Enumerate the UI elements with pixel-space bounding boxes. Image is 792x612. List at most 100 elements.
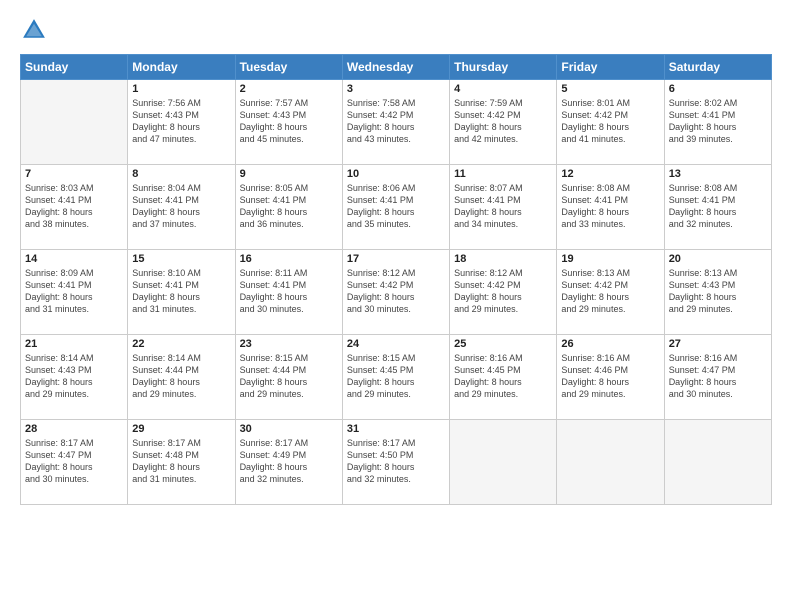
col-header-monday: Monday [128,55,235,80]
day-info: Sunrise: 7:59 AMSunset: 4:42 PMDaylight:… [454,97,552,146]
day-info: Sunrise: 8:12 AMSunset: 4:42 PMDaylight:… [454,267,552,316]
day-info: Sunrise: 8:17 AMSunset: 4:48 PMDaylight:… [132,437,230,486]
day-number: 21 [25,338,123,350]
day-info: Sunrise: 8:13 AMSunset: 4:42 PMDaylight:… [561,267,659,316]
day-number: 10 [347,168,445,180]
day-info: Sunrise: 8:04 AMSunset: 4:41 PMDaylight:… [132,182,230,231]
logo [20,16,52,44]
col-header-saturday: Saturday [664,55,771,80]
day-cell: 13 Sunrise: 8:08 AMSunset: 4:41 PMDayligh… [664,165,771,250]
day-info: Sunrise: 8:09 AMSunset: 4:41 PMDaylight:… [25,267,123,316]
day-number: 24 [347,338,445,350]
day-number: 7 [25,168,123,180]
calendar-table: SundayMondayTuesdayWednesdayThursdayFrid… [20,54,772,505]
day-info: Sunrise: 8:15 AMSunset: 4:45 PMDaylight:… [347,352,445,401]
day-info: Sunrise: 8:17 AMSunset: 4:49 PMDaylight:… [240,437,338,486]
day-cell: 19Sunrise: 8:13 AMSunset: 4:42 PMDayligh… [557,250,664,335]
day-number: 14 [25,253,123,265]
header-row: SundayMondayTuesdayWednesdayThursdayFrid… [21,55,772,80]
col-header-sunday: Sunday [21,55,128,80]
day-number: 11 [454,168,552,180]
day-info: Sunrise: 8:12 AMSunset: 4:42 PMDaylight:… [347,267,445,316]
day-cell: 21 Sunrise: 8:14 AMSunset: 4:43 PMDayligh… [21,335,128,420]
day-info: Sunrise: 8:02 AMSunset: 4:41 PMDaylight:… [669,97,767,146]
day-number: 29 [132,423,230,435]
day-number: 12 [561,168,659,180]
day-info: Sunrise: 8:08 AMSunset: 4:41 PMDaylight:… [669,182,767,231]
day-info: Sunrise: 8:01 AMSunset: 4:42 PMDaylight:… [561,97,659,146]
day-cell [664,420,771,505]
day-cell: 23 Sunrise: 8:15 AMSunset: 4:44 PMDayligh… [235,335,342,420]
page: SundayMondayTuesdayWednesdayThursdayFrid… [0,0,792,612]
day-info: Sunrise: 8:07 AMSunset: 4:41 PMDaylight:… [454,182,552,231]
week-row-3: 14 Sunrise: 8:09 AMSunset: 4:41 PMDayligh… [21,250,772,335]
day-cell: 9 Sunrise: 8:05 AMSunset: 4:41 PMDaylight… [235,165,342,250]
day-cell [557,420,664,505]
day-cell: 4 Sunrise: 7:59 AMSunset: 4:42 PMDaylight… [450,80,557,165]
day-info: Sunrise: 8:06 AMSunset: 4:41 PMDaylight:… [347,182,445,231]
day-info: Sunrise: 8:16 AMSunset: 4:46 PMDaylight:… [561,352,659,401]
day-cell: 20Sunrise: 8:13 AMSunset: 4:43 PMDayligh… [664,250,771,335]
header [20,16,772,44]
day-number: 8 [132,168,230,180]
day-number: 22 [132,338,230,350]
day-number: 3 [347,83,445,95]
day-number: 18 [454,253,552,265]
day-number: 2 [240,83,338,95]
day-cell: 24 Sunrise: 8:15 AMSunset: 4:45 PMDayligh… [342,335,449,420]
day-cell [21,80,128,165]
day-cell: 16 Sunrise: 8:11 AMSunset: 4:41 PMDayligh… [235,250,342,335]
day-number: 17 [347,253,445,265]
day-number: 13 [669,168,767,180]
day-cell: 1 Sunrise: 7:56 AMSunset: 4:43 PMDaylight… [128,80,235,165]
week-row-5: 28 Sunrise: 8:17 AMSunset: 4:47 PMDayligh… [21,420,772,505]
day-cell: 26 Sunrise: 8:16 AMSunset: 4:46 PMDayligh… [557,335,664,420]
day-number: 28 [25,423,123,435]
day-cell: 30Sunrise: 8:17 AMSunset: 4:49 PMDayligh… [235,420,342,505]
week-row-1: 1 Sunrise: 7:56 AMSunset: 4:43 PMDaylight… [21,80,772,165]
day-number: 4 [454,83,552,95]
calendar-header: SundayMondayTuesdayWednesdayThursdayFrid… [21,55,772,80]
day-number: 1 [132,83,230,95]
day-info: Sunrise: 8:03 AMSunset: 4:41 PMDaylight:… [25,182,123,231]
calendar-body: 1 Sunrise: 7:56 AMSunset: 4:43 PMDaylight… [21,80,772,505]
day-cell: 7 Sunrise: 8:03 AMSunset: 4:41 PMDaylight… [21,165,128,250]
day-number: 31 [347,423,445,435]
day-info: Sunrise: 8:15 AMSunset: 4:44 PMDaylight:… [240,352,338,401]
col-header-tuesday: Tuesday [235,55,342,80]
day-info: Sunrise: 8:10 AMSunset: 4:41 PMDaylight:… [132,267,230,316]
day-cell: 15Sunrise: 8:10 AMSunset: 4:41 PMDayligh… [128,250,235,335]
day-cell: 12Sunrise: 8:08 AMSunset: 4:41 PMDayligh… [557,165,664,250]
day-info: Sunrise: 7:58 AMSunset: 4:42 PMDaylight:… [347,97,445,146]
day-info: Sunrise: 8:05 AMSunset: 4:41 PMDaylight:… [240,182,338,231]
day-cell: 8 Sunrise: 8:04 AMSunset: 4:41 PMDaylight… [128,165,235,250]
day-cell: 22 Sunrise: 8:14 AMSunset: 4:44 PMDayligh… [128,335,235,420]
col-header-thursday: Thursday [450,55,557,80]
day-number: 16 [240,253,338,265]
col-header-wednesday: Wednesday [342,55,449,80]
day-cell: 25 Sunrise: 8:16 AMSunset: 4:45 PMDayligh… [450,335,557,420]
day-number: 9 [240,168,338,180]
day-info: Sunrise: 8:14 AMSunset: 4:44 PMDaylight:… [132,352,230,401]
day-info: Sunrise: 8:17 AMSunset: 4:50 PMDaylight:… [347,437,445,486]
day-info: Sunrise: 8:16 AMSunset: 4:47 PMDaylight:… [669,352,767,401]
day-cell [450,420,557,505]
day-info: Sunrise: 8:14 AMSunset: 4:43 PMDaylight:… [25,352,123,401]
week-row-4: 21 Sunrise: 8:14 AMSunset: 4:43 PMDayligh… [21,335,772,420]
logo-icon [20,16,48,44]
day-info: Sunrise: 7:56 AMSunset: 4:43 PMDaylight:… [132,97,230,146]
day-cell: 17 Sunrise: 8:12 AMSunset: 4:42 PMDayligh… [342,250,449,335]
day-cell: 10 Sunrise: 8:06 AMSunset: 4:41 PMDayligh… [342,165,449,250]
day-number: 25 [454,338,552,350]
day-info: Sunrise: 8:11 AMSunset: 4:41 PMDaylight:… [240,267,338,316]
day-cell: 29 Sunrise: 8:17 AMSunset: 4:48 PMDayligh… [128,420,235,505]
day-cell: 11 Sunrise: 8:07 AMSunset: 4:41 PMDayligh… [450,165,557,250]
day-info: Sunrise: 8:16 AMSunset: 4:45 PMDaylight:… [454,352,552,401]
day-number: 5 [561,83,659,95]
day-info: Sunrise: 7:57 AMSunset: 4:43 PMDaylight:… [240,97,338,146]
day-number: 23 [240,338,338,350]
day-number: 26 [561,338,659,350]
day-number: 6 [669,83,767,95]
day-info: Sunrise: 8:17 AMSunset: 4:47 PMDaylight:… [25,437,123,486]
day-cell: 6 Sunrise: 8:02 AMSunset: 4:41 PMDaylight… [664,80,771,165]
